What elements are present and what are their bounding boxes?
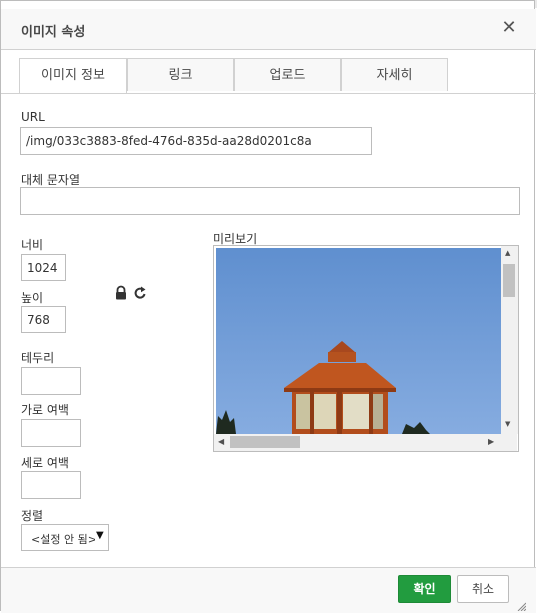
preview-vertical-scrollbar[interactable]: ▲ ▼ xyxy=(501,246,518,434)
height-input[interactable] xyxy=(21,306,66,333)
preview-panel[interactable]: ▲ ▼ ◀ ▶ xyxy=(213,245,519,452)
align-select-value: <설정 안 됨> xyxy=(31,533,95,546)
width-input[interactable] xyxy=(21,254,66,281)
tab-label: 자세히 xyxy=(376,68,413,83)
horizontal-scroll-thumb[interactable] xyxy=(230,436,300,448)
tab-upload[interactable]: 업로드 xyxy=(234,58,341,91)
tab-advanced[interactable]: 자세히 xyxy=(341,58,448,91)
scroll-up-icon[interactable]: ▲ xyxy=(505,249,510,257)
tab-image-info[interactable]: 이미지 정보 xyxy=(19,58,127,93)
border-input[interactable] xyxy=(21,367,81,395)
image-properties-dialog: 이미지 속성 ✕ 이미지 정보 링크 업로드 자세히 URL 대체 문자열 너비… xyxy=(0,0,536,613)
alt-text-label: 대체 문자열 xyxy=(21,173,81,187)
url-input[interactable] xyxy=(20,127,372,155)
hspace-label: 가로 여백 xyxy=(21,403,69,417)
tab-link[interactable]: 링크 xyxy=(127,58,234,91)
scroll-down-icon[interactable]: ▼ xyxy=(505,420,510,428)
align-label: 정렬 xyxy=(21,509,44,523)
cancel-button[interactable]: 취소 xyxy=(457,575,509,603)
height-label: 높이 xyxy=(21,291,44,305)
close-icon[interactable]: ✕ xyxy=(499,18,519,38)
tab-label: 이미지 정보 xyxy=(41,68,105,83)
width-label: 너비 xyxy=(21,238,44,252)
scroll-right-icon[interactable]: ▶ xyxy=(488,437,494,446)
dialog-footer: 확인 취소 xyxy=(1,567,536,613)
tab-bar: 이미지 정보 링크 업로드 자세히 xyxy=(1,58,536,94)
preview-image xyxy=(216,248,502,434)
vertical-scroll-thumb[interactable] xyxy=(503,264,515,297)
preview-horizontal-scrollbar[interactable]: ◀ ▶ xyxy=(214,434,517,451)
resize-grip-icon[interactable] xyxy=(516,596,527,612)
tab-label: 업로드 xyxy=(269,68,306,83)
select-arrow-icon: ▼ xyxy=(96,530,104,541)
dialog-titlebar: 이미지 속성 ✕ xyxy=(1,9,536,50)
vspace-label: 세로 여백 xyxy=(21,456,69,470)
ok-button[interactable]: 확인 xyxy=(398,575,451,603)
lock-ratio-icon[interactable] xyxy=(114,285,128,301)
vspace-input[interactable] xyxy=(21,471,81,499)
border-label: 테두리 xyxy=(21,351,55,365)
alt-text-input[interactable] xyxy=(20,187,520,215)
scroll-left-icon[interactable]: ◀ xyxy=(218,437,224,446)
dialog-title: 이미지 속성 xyxy=(21,25,86,40)
tab-label: 링크 xyxy=(168,68,193,83)
hspace-input[interactable] xyxy=(21,419,81,447)
reset-size-icon[interactable] xyxy=(133,285,148,301)
align-select[interactable]: <설정 안 됨> ▼ xyxy=(21,524,109,551)
url-label: URL xyxy=(21,110,45,124)
